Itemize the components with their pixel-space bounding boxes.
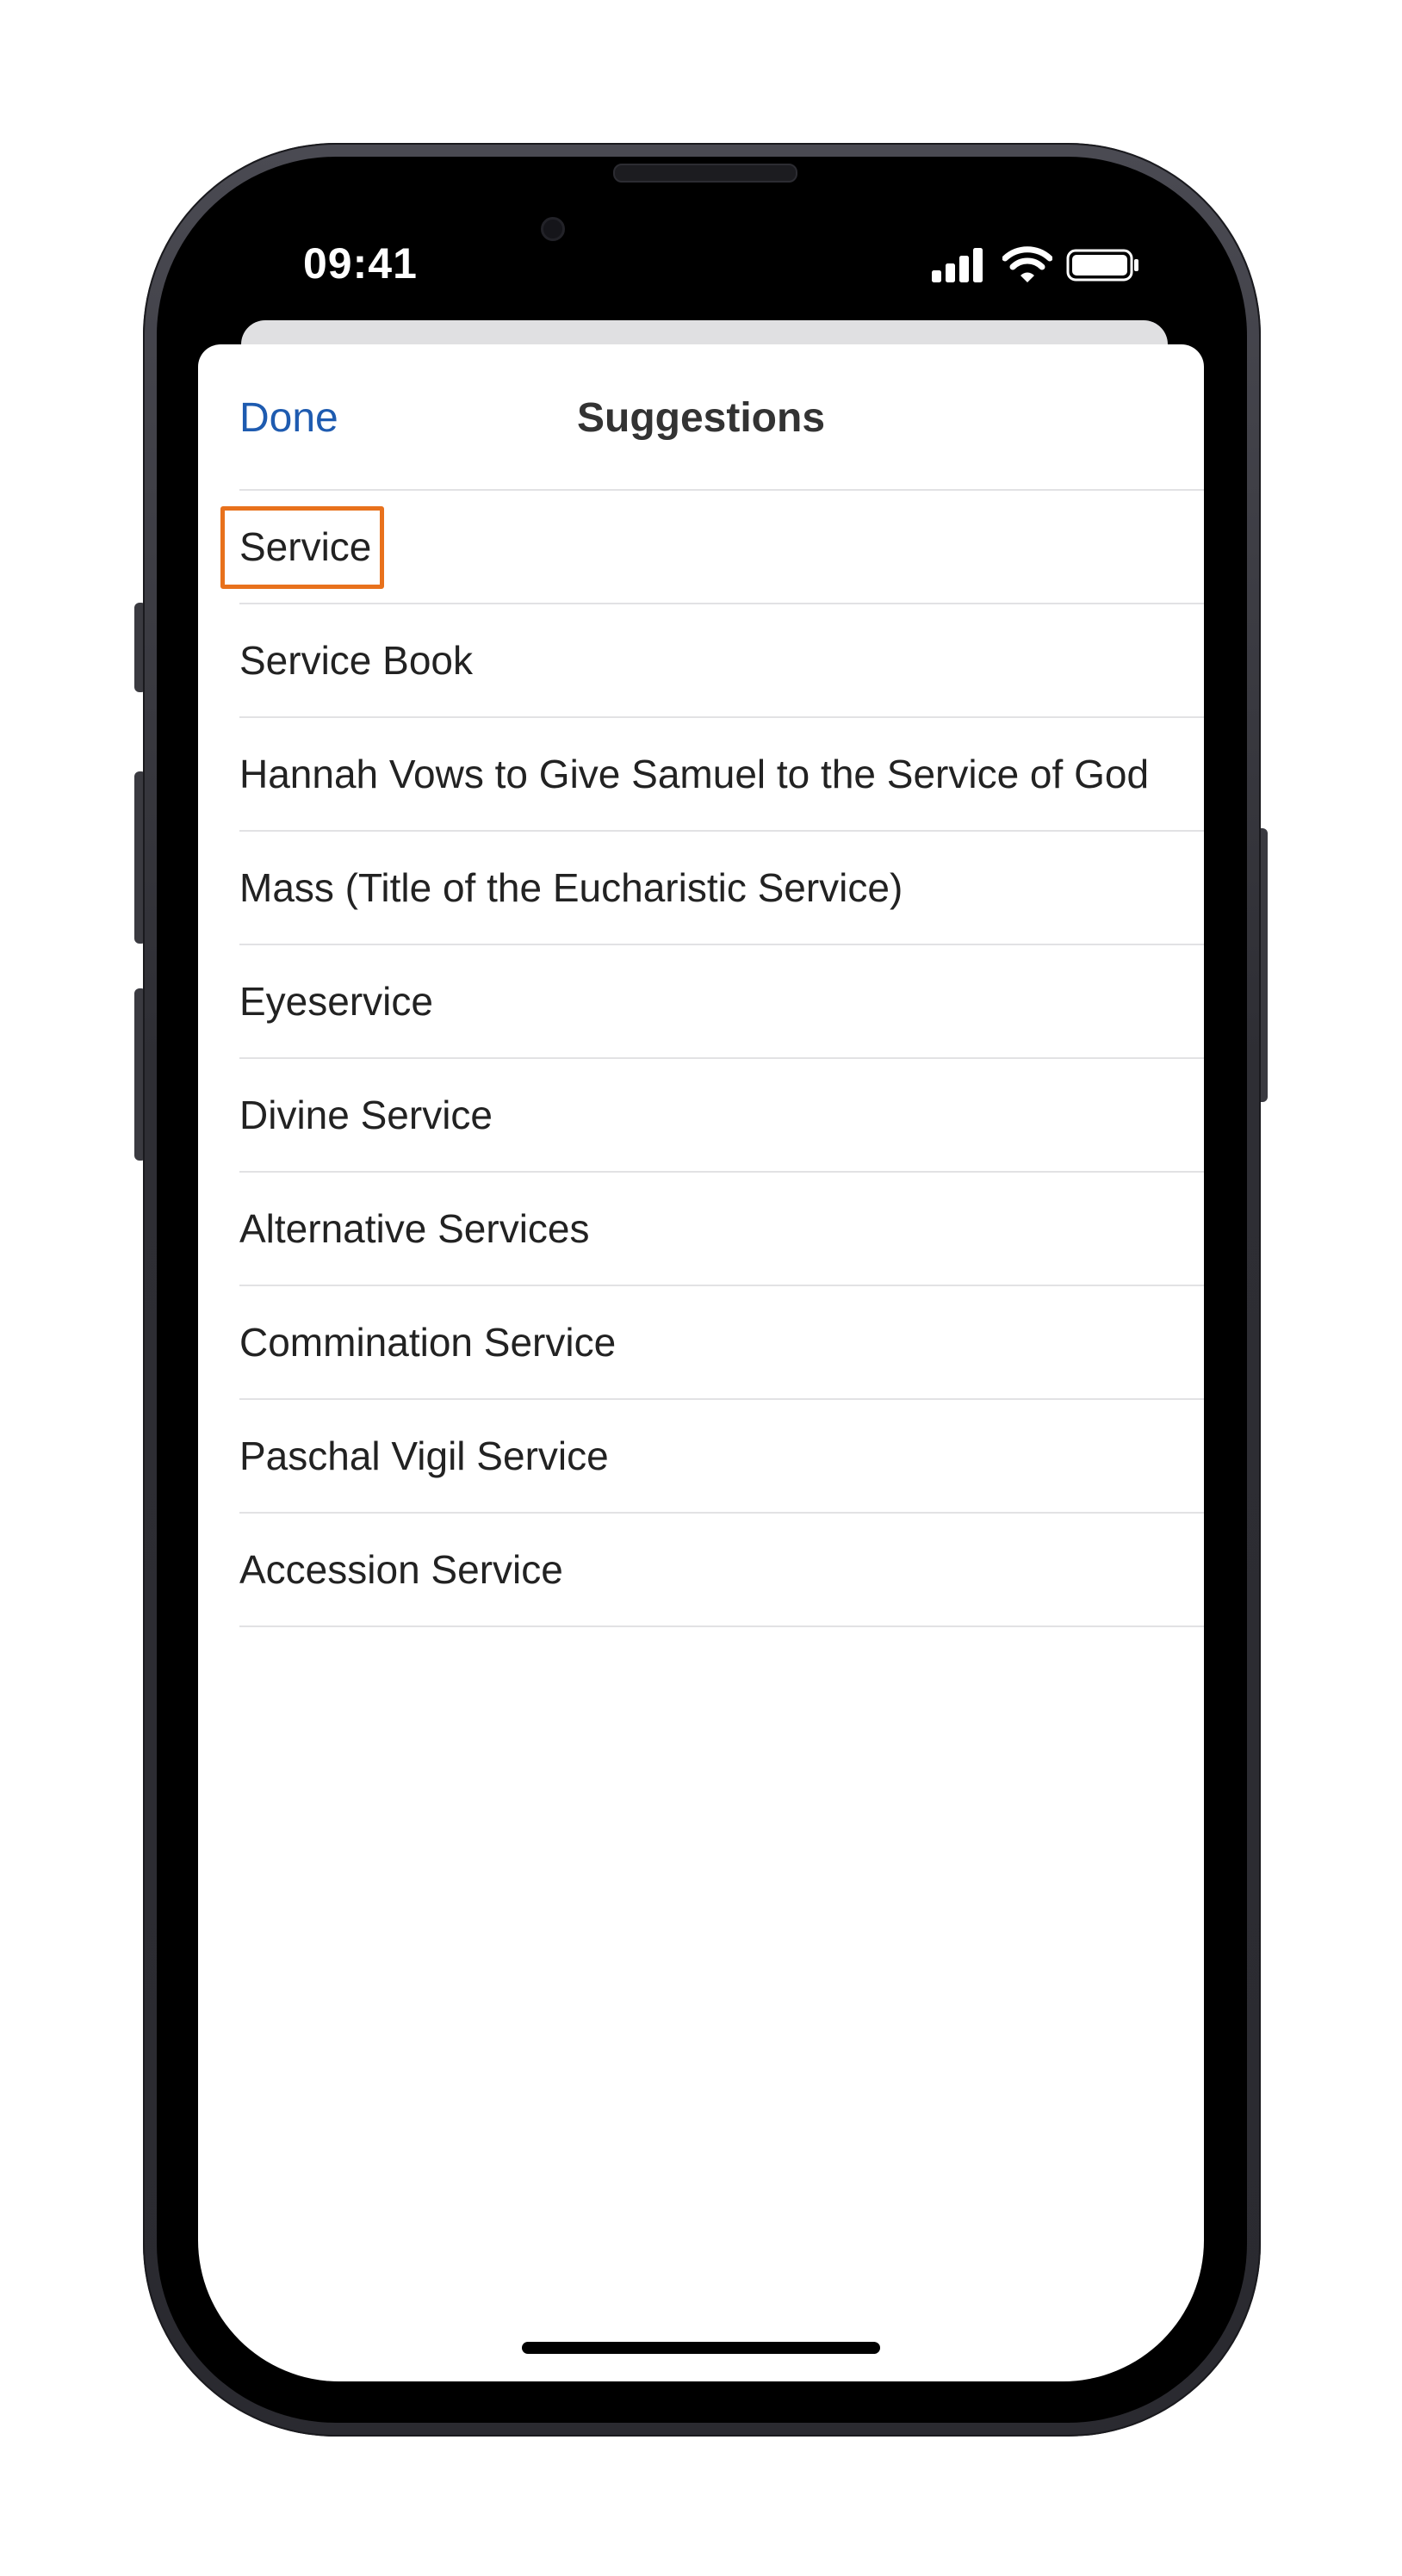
- suggestion-item[interactable]: Mass (Title of the Eucharistic Service): [239, 830, 1204, 944]
- status-icons: [930, 243, 1145, 286]
- suggestions-list: Service Service Book Hannah Vows to Give…: [220, 489, 1204, 1627]
- suggestion-label: Service Book: [239, 638, 474, 683]
- suggestion-item[interactable]: Paschal Vigil Service: [239, 1398, 1204, 1512]
- suggestion-item[interactable]: Service: [220, 489, 1204, 603]
- suggestions-sheet: Suggestions Done Service Service Book Ha…: [198, 344, 1204, 2381]
- home-indicator[interactable]: [522, 2342, 880, 2354]
- battery-icon: [1066, 249, 1138, 282]
- suggestion-item[interactable]: Commination Service: [239, 1285, 1204, 1398]
- front-camera: [541, 217, 565, 241]
- suggestion-item[interactable]: Alternative Services: [239, 1171, 1204, 1285]
- suggestion-label: Divine Service: [239, 1093, 493, 1137]
- suggestion-label: Mass (Title of the Eucharistic Service): [239, 865, 903, 910]
- page: 09:41 Suggestions Done Service Service B…: [0, 0, 1402, 2576]
- suggestion-label: Service: [239, 524, 372, 569]
- suggestion-item[interactable]: Divine Service: [239, 1057, 1204, 1171]
- suggestion-item[interactable]: Eyeservice: [239, 944, 1204, 1057]
- suggestion-label: Accession Service: [239, 1547, 563, 1592]
- earpiece-speaker: [613, 164, 797, 183]
- suggestion-label: Eyeservice: [239, 979, 433, 1024]
- status-time: 09:41: [303, 239, 418, 288]
- suggestion-label: Commination Service: [239, 1320, 617, 1365]
- done-button[interactable]: Done: [239, 387, 338, 449]
- suggestion-item[interactable]: Hannah Vows to Give Samuel to the Servic…: [239, 716, 1204, 830]
- sheet-title: Suggestions: [576, 395, 826, 441]
- suggestion-label: Paschal Vigil Service: [239, 1434, 609, 1478]
- suggestion-label: Hannah Vows to Give Samuel to the Servic…: [239, 752, 1150, 796]
- wifi-icon: [1002, 246, 1052, 282]
- suggestion-label: Alternative Services: [239, 1206, 590, 1251]
- suggestion-item[interactable]: Service Book: [239, 603, 1204, 716]
- signal-icon: [932, 248, 983, 282]
- suggestion-item[interactable]: Accession Service: [239, 1512, 1204, 1627]
- nav-bar: Suggestions Done: [198, 344, 1204, 489]
